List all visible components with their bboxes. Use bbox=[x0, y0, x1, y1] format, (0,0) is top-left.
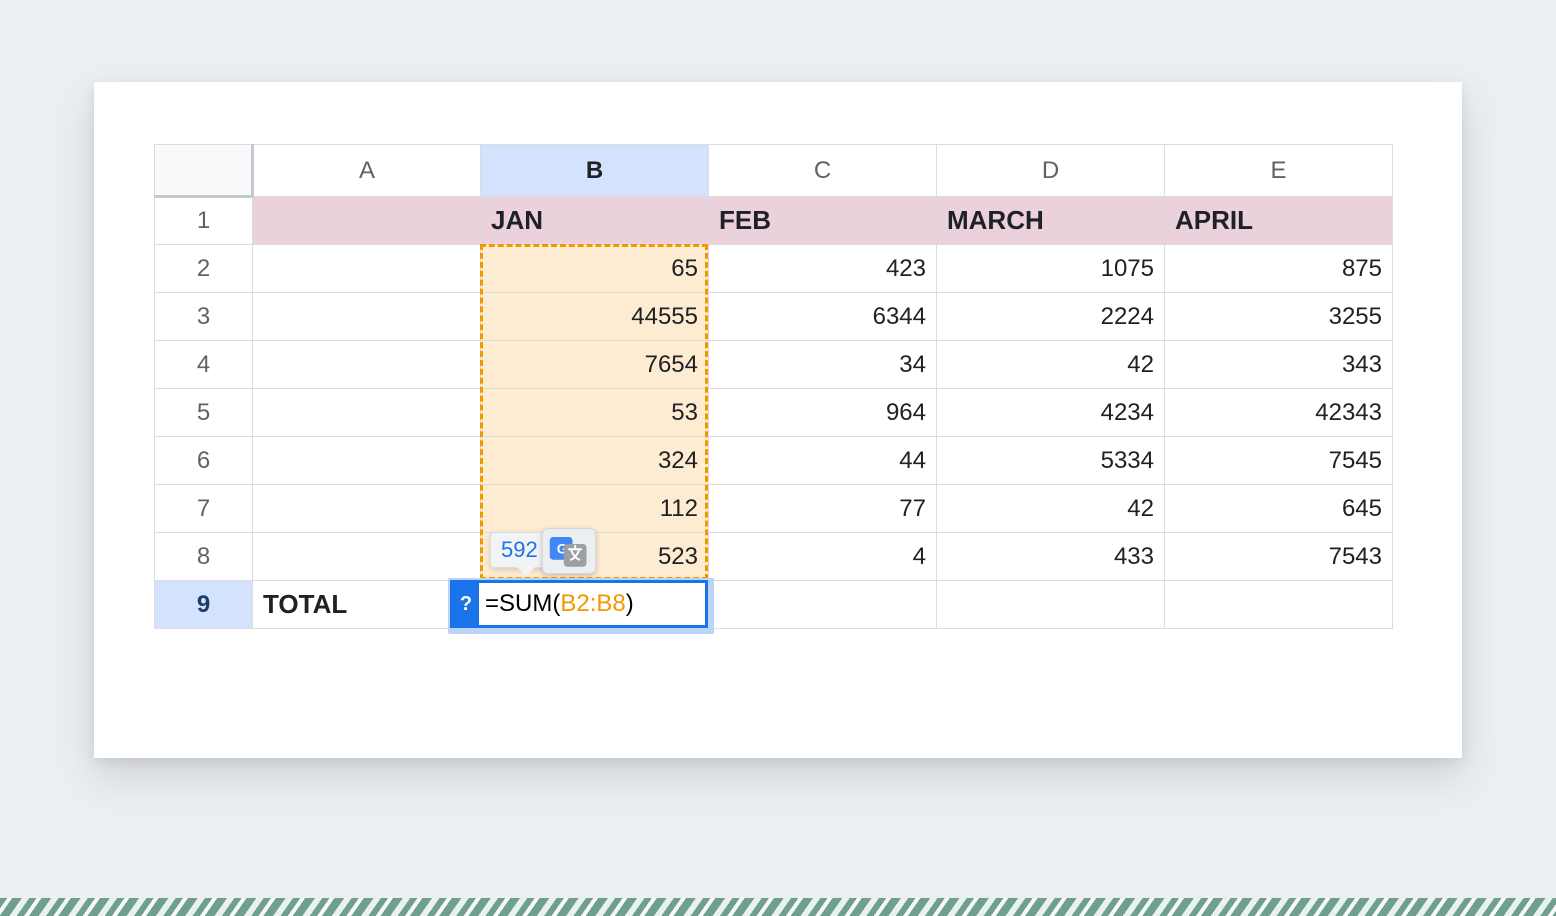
google-translate-icon[interactable]: G bbox=[542, 528, 596, 574]
cell-b1[interactable]: JAN bbox=[481, 197, 709, 245]
cell-d6[interactable]: 5334 bbox=[937, 437, 1165, 485]
cell-e6[interactable]: 7545 bbox=[1165, 437, 1393, 485]
column-header-b[interactable]: B bbox=[481, 145, 709, 197]
cell-e4[interactable]: 343 bbox=[1165, 341, 1393, 389]
row-header-1[interactable]: 1 bbox=[155, 197, 253, 245]
cell-c1[interactable]: FEB bbox=[709, 197, 937, 245]
cell-d7[interactable]: 42 bbox=[937, 485, 1165, 533]
cell-c9[interactable] bbox=[709, 581, 937, 629]
cell-e7[interactable]: 645 bbox=[1165, 485, 1393, 533]
cell-a9[interactable]: TOTAL bbox=[253, 581, 481, 629]
cell-e5[interactable]: 42343 bbox=[1165, 389, 1393, 437]
cell-c3[interactable]: 6344 bbox=[709, 293, 937, 341]
cell-c8[interactable]: 4 bbox=[709, 533, 937, 581]
cell-b4[interactable]: 7654 bbox=[481, 341, 709, 389]
cell-c6[interactable]: 44 bbox=[709, 437, 937, 485]
spreadsheet-card: A B C D E 1 JAN FEB MARCH APRIL 2 65 423… bbox=[94, 82, 1462, 758]
row-header-9[interactable]: 9 bbox=[155, 581, 253, 629]
formula-help-button[interactable]: ? bbox=[453, 583, 479, 625]
column-header-c[interactable]: C bbox=[709, 145, 937, 197]
cell-a8[interactable] bbox=[253, 533, 481, 581]
cell-d4[interactable]: 42 bbox=[937, 341, 1165, 389]
row-header-4[interactable]: 4 bbox=[155, 341, 253, 389]
row-header-3[interactable]: 3 bbox=[155, 293, 253, 341]
row-header-8[interactable]: 8 bbox=[155, 533, 253, 581]
column-header-a[interactable]: A bbox=[253, 145, 481, 197]
row-header-7[interactable]: 7 bbox=[155, 485, 253, 533]
cell-d5[interactable]: 4234 bbox=[937, 389, 1165, 437]
column-header-d[interactable]: D bbox=[937, 145, 1165, 197]
cell-a4[interactable] bbox=[253, 341, 481, 389]
cell-e3[interactable]: 3255 bbox=[1165, 293, 1393, 341]
cell-e9[interactable] bbox=[1165, 581, 1393, 629]
cell-c2[interactable]: 423 bbox=[709, 245, 937, 293]
cell-b5[interactable]: 53 bbox=[481, 389, 709, 437]
formula-preview-value: 592 bbox=[501, 537, 538, 562]
cell-a7[interactable] bbox=[253, 485, 481, 533]
cell-e8[interactable]: 7543 bbox=[1165, 533, 1393, 581]
formula-text[interactable]: =SUM(B2:B8) bbox=[479, 590, 634, 618]
cell-a5[interactable] bbox=[253, 389, 481, 437]
row-header-5[interactable]: 5 bbox=[155, 389, 253, 437]
cell-e2[interactable]: 875 bbox=[1165, 245, 1393, 293]
formula-editor[interactable]: ? =SUM(B2:B8) bbox=[450, 580, 708, 628]
cell-c4[interactable]: 34 bbox=[709, 341, 937, 389]
cell-b2[interactable]: 65 bbox=[481, 245, 709, 293]
cell-a6[interactable] bbox=[253, 437, 481, 485]
cell-e1[interactable]: APRIL bbox=[1165, 197, 1393, 245]
select-all-corner[interactable] bbox=[155, 145, 253, 197]
cell-b6[interactable]: 324 bbox=[481, 437, 709, 485]
cell-a1[interactable] bbox=[253, 197, 481, 245]
cell-b3[interactable]: 44555 bbox=[481, 293, 709, 341]
cell-c7[interactable]: 77 bbox=[709, 485, 937, 533]
formula-prefix: =SUM( bbox=[485, 590, 560, 617]
formula-range: B2:B8 bbox=[560, 590, 625, 617]
column-header-e[interactable]: E bbox=[1165, 145, 1393, 197]
cell-d1[interactable]: MARCH bbox=[937, 197, 1165, 245]
spreadsheet-grid[interactable]: A B C D E 1 JAN FEB MARCH APRIL 2 65 423… bbox=[154, 144, 1388, 702]
decorative-bottom-stripe bbox=[0, 898, 1556, 916]
formula-suffix: ) bbox=[626, 590, 634, 617]
cell-d8[interactable]: 433 bbox=[937, 533, 1165, 581]
cell-d3[interactable]: 2224 bbox=[937, 293, 1165, 341]
cell-d2[interactable]: 1075 bbox=[937, 245, 1165, 293]
row-header-6[interactable]: 6 bbox=[155, 437, 253, 485]
cell-a2[interactable] bbox=[253, 245, 481, 293]
cell-b7[interactable]: 112 bbox=[481, 485, 709, 533]
cell-d9[interactable] bbox=[937, 581, 1165, 629]
cell-c5[interactable]: 964 bbox=[709, 389, 937, 437]
cell-a3[interactable] bbox=[253, 293, 481, 341]
formula-preview-tooltip: 592 bbox=[490, 532, 549, 568]
row-header-2[interactable]: 2 bbox=[155, 245, 253, 293]
